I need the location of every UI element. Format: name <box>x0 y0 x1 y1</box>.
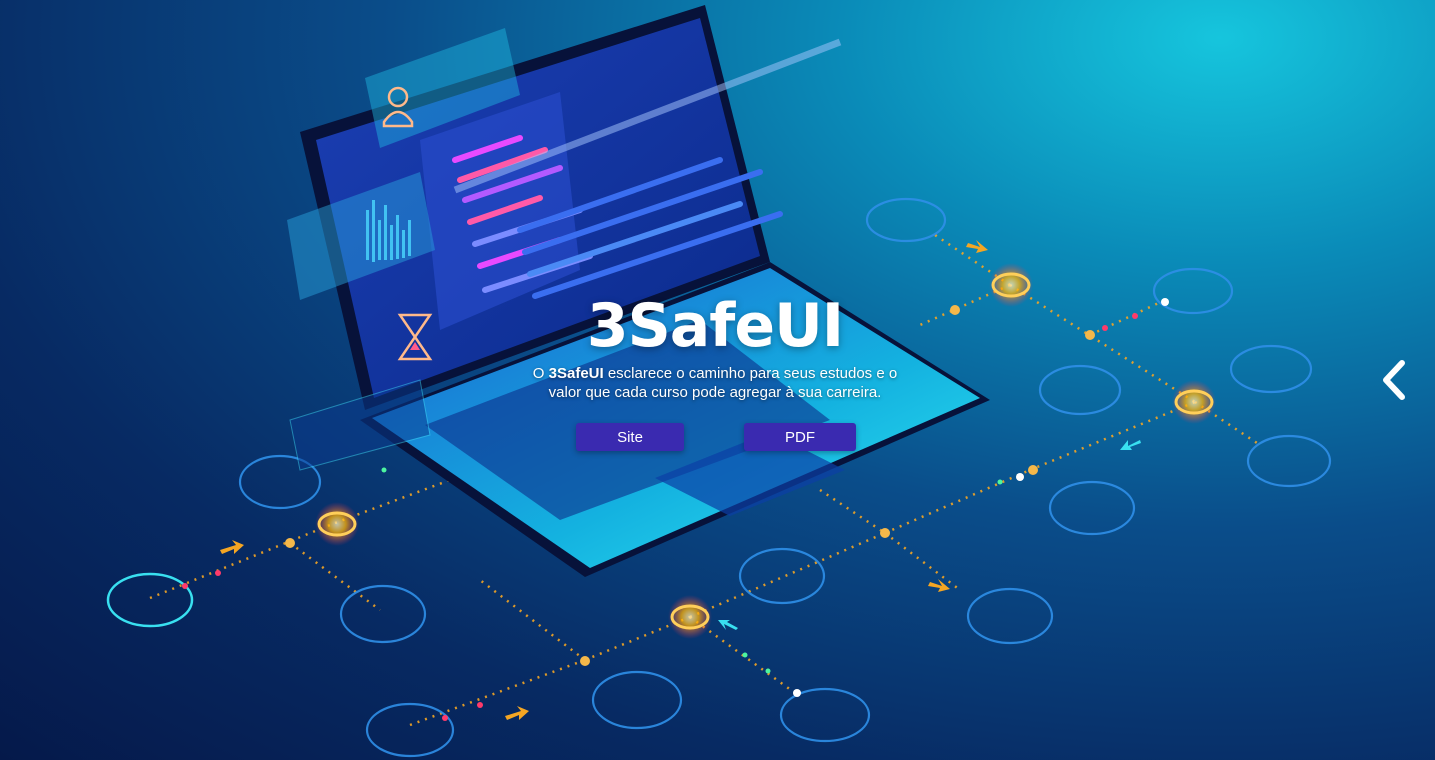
hero-desc-line1: esclarece o caminho para seus estudos e … <box>603 365 898 382</box>
hero-section: 3SafeUI O 3SafeUI esclarece o caminho pa… <box>440 291 990 451</box>
chevron-left-icon <box>1383 360 1405 400</box>
hero-desc-brand: 3SafeUI <box>548 365 604 382</box>
hero-desc-line2: valor que cada curso pode agregar à sua … <box>548 384 882 401</box>
hero-title: 3SafeUI <box>586 291 844 361</box>
carousel-prev-button[interactable] <box>1378 358 1412 402</box>
hero-description: O 3SafeUI esclarece o caminho para seus … <box>440 364 990 402</box>
site-button[interactable]: Site <box>576 423 684 451</box>
hero-buttons: Site PDF <box>440 423 990 451</box>
pdf-button[interactable]: PDF <box>744 423 856 451</box>
hero-desc-prefix: O <box>532 365 549 382</box>
